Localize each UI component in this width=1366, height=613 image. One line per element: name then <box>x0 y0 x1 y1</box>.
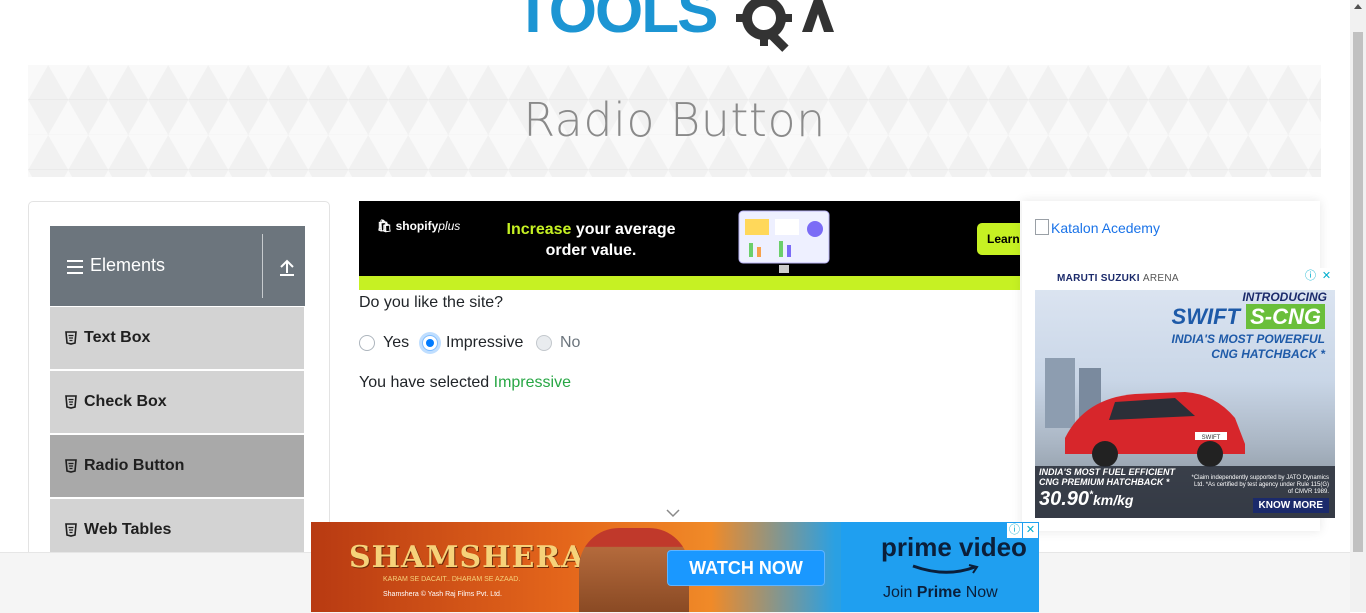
toolsqa-logo[interactable]: TOOLS <box>512 0 842 58</box>
sidebar-item-label: Radio Button <box>84 457 185 474</box>
document-icon <box>65 395 77 409</box>
join-prime-text: Join Prime Now <box>883 584 998 602</box>
join-bold: Prime <box>916 584 962 601</box>
chevron-down-icon[interactable] <box>666 508 680 518</box>
svg-text:TOOLS: TOOLS <box>514 0 716 46</box>
ad-headline: Increase your average order value. <box>501 219 681 261</box>
shopify-ad-banner[interactable]: 🛍 shopifyplus Increase your average orde… <box>359 201 1020 290</box>
hamburger-icon <box>67 260 83 278</box>
page-banner: Radio Button <box>28 65 1321 177</box>
result-prefix: You have selected <box>359 374 494 391</box>
question-text: Do you like the site? <box>359 294 504 311</box>
scrollbar-thumb[interactable] <box>1353 32 1363 552</box>
sidebar-item-check-box[interactable]: Check Box <box>50 370 304 433</box>
ad-model-tag: S-CNG <box>1246 304 1325 329</box>
ad-price-unit: km/kg <box>1092 492 1134 508</box>
dashboard-illustration <box>738 210 830 273</box>
ad-claim: *Claim independently supported by JATO D… <box>1191 475 1329 495</box>
document-icon <box>65 523 77 537</box>
result-value: Impressive <box>493 374 571 391</box>
ad-price: 30.90*km/kg <box>1039 488 1133 511</box>
sidebar-group-elements[interactable]: Elements <box>50 226 305 306</box>
join-prefix: Join <box>883 584 917 601</box>
close-icon[interactable]: ✕ <box>1319 269 1334 284</box>
adchoices-icon[interactable]: ⓘ <box>1303 269 1318 284</box>
ad-brand-name: MARUTI SUZUKI <box>1057 273 1140 284</box>
ad-model-name: SWIFT <box>1171 304 1240 329</box>
watch-now-button[interactable]: WATCH NOW <box>667 550 825 586</box>
car-illustration: SWIFT <box>1045 358 1245 467</box>
ad-learn-button[interactable]: Learn <box>977 223 1020 255</box>
scroll-up-icon[interactable] <box>1354 4 1362 9</box>
broken-image-icon <box>1035 219 1049 235</box>
sidebar-item-text-box[interactable]: Text Box <box>50 306 304 369</box>
ad-brand: shopify <box>395 219 439 233</box>
katalon-alt-text[interactable]: Katalon Acedemy <box>1051 220 1160 236</box>
ad-brand: MARUTI SUZUKI ARENA <box>1057 273 1179 284</box>
page-title: Radio Button <box>523 93 826 147</box>
document-icon <box>65 459 77 473</box>
prime-video-logo: prime video <box>881 532 1027 562</box>
ad-accent-bar <box>359 276 1020 290</box>
sidebar-item-radio-button[interactable]: Radio Button <box>50 434 304 497</box>
movie-subtitle: KARAM SE DACAIT.. DHARAM SE AZAAD. <box>383 576 521 583</box>
ad-brand-sub: ARENA <box>1142 273 1179 284</box>
radio-impressive-circle[interactable] <box>422 335 438 351</box>
ad-model: SWIFT S-CNG <box>1172 304 1325 330</box>
ad-headline-highlight: Increase <box>506 221 572 238</box>
selection-result: You have selected Impressive <box>359 374 571 392</box>
radio-no-circle[interactable] <box>536 335 552 351</box>
radio-yes-label[interactable]: Yes <box>383 334 409 352</box>
know-more-button[interactable]: KNOW MORE <box>1252 498 1329 513</box>
close-icon[interactable]: ✕ <box>1023 523 1038 538</box>
ad-brand-suffix: plus <box>438 219 461 233</box>
bag-icon: 🛍 <box>377 219 393 233</box>
document-icon <box>65 331 77 345</box>
sidebar-group-title: Elements <box>90 255 166 275</box>
page-scrollbar[interactable] <box>1350 0 1366 612</box>
radio-yes-circle[interactable] <box>359 335 375 351</box>
maruti-ad[interactable]: MARUTI SUZUKI ARENA INTRODUCING SWIFT S-… <box>1035 268 1335 518</box>
amazon-smile-icon <box>912 564 979 574</box>
ad-introducing: INTRODUCING <box>1242 290 1327 304</box>
collapse-arrow-icon[interactable] <box>276 256 298 278</box>
radio-impressive-label[interactable]: Impressive <box>446 334 523 352</box>
sidebar-item-label: Web Tables <box>84 521 172 538</box>
sidebar-item-label: Check Box <box>84 393 167 410</box>
shopify-logo: 🛍 shopifyplus <box>377 219 460 233</box>
adchoices-icon[interactable]: ⓘ <box>1007 523 1022 538</box>
header-divider <box>262 234 263 298</box>
ad-price-value: 30.90 <box>1039 488 1090 510</box>
prime-video-ad[interactable]: SHAMSHERA KARAM SE DACAIT.. DHARAM SE AZ… <box>311 522 1039 612</box>
ad-efficiency: INDIA'S MOST FUEL EFFICIENT CNG PREMIUM … <box>1039 467 1175 487</box>
radio-no-label[interactable]: No <box>560 334 580 352</box>
car-badge: SWIFT <box>1202 435 1221 441</box>
katalon-link[interactable]: Katalon Acedemy <box>1035 219 1160 236</box>
movie-title: SHAMSHERA <box>349 540 586 575</box>
join-suffix: Now <box>961 584 998 601</box>
movie-copyright: Shamshera © Yash Raj Films Pvt. Ltd. <box>383 591 502 598</box>
toolsqa-logo-graphic: TOOLS <box>514 0 834 52</box>
sidebar-item-label: Text Box <box>84 329 151 346</box>
